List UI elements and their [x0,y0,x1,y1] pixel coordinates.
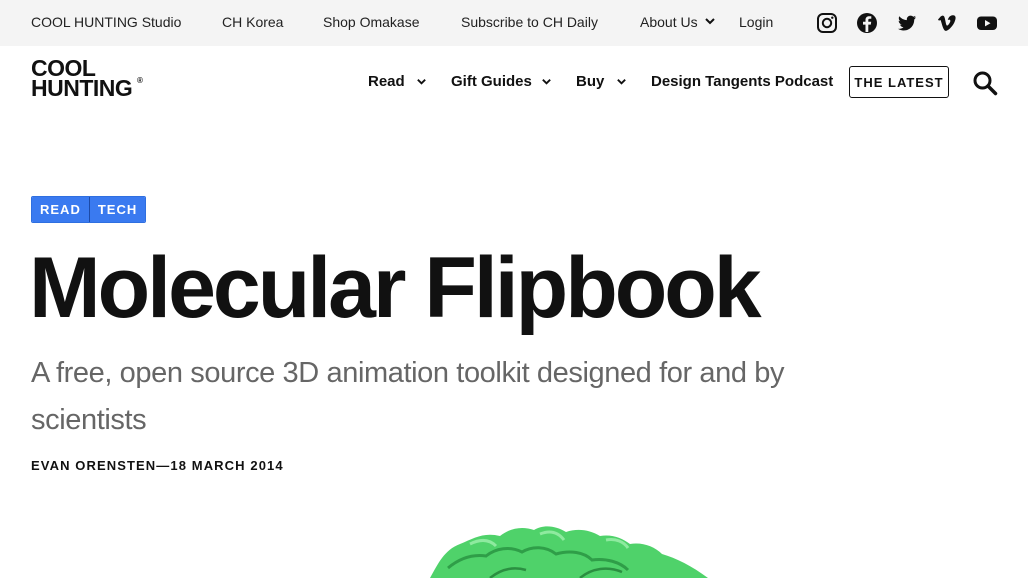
chevron-down-icon[interactable] [541,76,552,87]
tag-read[interactable]: READ [32,197,89,222]
chevron-down-icon[interactable] [704,15,716,27]
tag-tech[interactable]: TECH [88,197,146,222]
hero-image [430,524,720,578]
article-byline: EVAN ORENSTEN—18 MARCH 2014 [31,458,284,473]
article-subtitle: A free, open source 3D animation toolkit… [31,357,785,436]
top-link-login[interactable]: Login [739,14,773,30]
nav-read[interactable]: Read [368,73,405,90]
twitter-icon[interactable] [896,12,918,34]
instagram-icon[interactable] [816,12,838,34]
youtube-icon[interactable] [976,12,998,34]
nav-buy[interactable]: Buy [576,73,604,90]
logo-line-hunting: HUNTING [31,75,133,101]
article-title: Molecular Flipbook [29,240,762,336]
top-link-studio[interactable]: COOL HUNTING Studio [31,14,181,30]
chevron-down-icon[interactable] [416,76,427,87]
top-link-about-us[interactable]: About Us [640,14,698,30]
search-icon[interactable] [972,70,998,96]
nav-gift-guides[interactable]: Gift Guides [451,73,532,90]
top-link-shop-omakase[interactable]: Shop Omakase [323,14,420,30]
top-link-ch-korea[interactable]: CH Korea [222,14,283,30]
top-link-subscribe[interactable]: Subscribe to CH Daily [461,14,598,30]
category-tags: READ TECH [31,196,147,223]
the-latest-button[interactable]: THE LATEST [849,66,949,98]
vimeo-icon[interactable] [936,12,958,34]
chevron-down-icon[interactable] [616,76,627,87]
top-bar: COOL HUNTING Studio CH Korea Shop Omakas… [0,0,1028,46]
cool-hunting-logo[interactable]: COOL HUNTING ® [31,57,147,101]
nav-podcast[interactable]: Design Tangents Podcast [651,73,833,90]
facebook-icon[interactable] [856,12,878,34]
registered-mark: ® [137,76,143,85]
